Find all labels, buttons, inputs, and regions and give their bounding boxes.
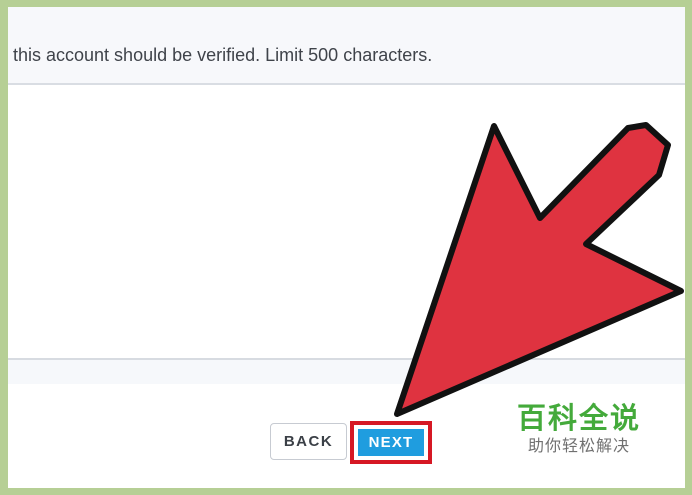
- instruction-text: this account should be verified. Limit 5…: [13, 45, 433, 65]
- watermark-title: 百科全说: [516, 403, 641, 435]
- form-footer-strip: [8, 360, 685, 384]
- watermark-subtitle: 助你轻松解决: [527, 438, 630, 455]
- next-button[interactable]: NEXT: [358, 429, 424, 456]
- instruction-bar: this account should be verified. Limit 5…: [8, 7, 685, 85]
- next-button-highlight: NEXT: [350, 421, 432, 464]
- verification-reason-textarea[interactable]: [8, 85, 685, 360]
- back-button[interactable]: BACK: [270, 423, 347, 460]
- watermark-logo: 百科全说 助你轻松解决: [514, 402, 644, 456]
